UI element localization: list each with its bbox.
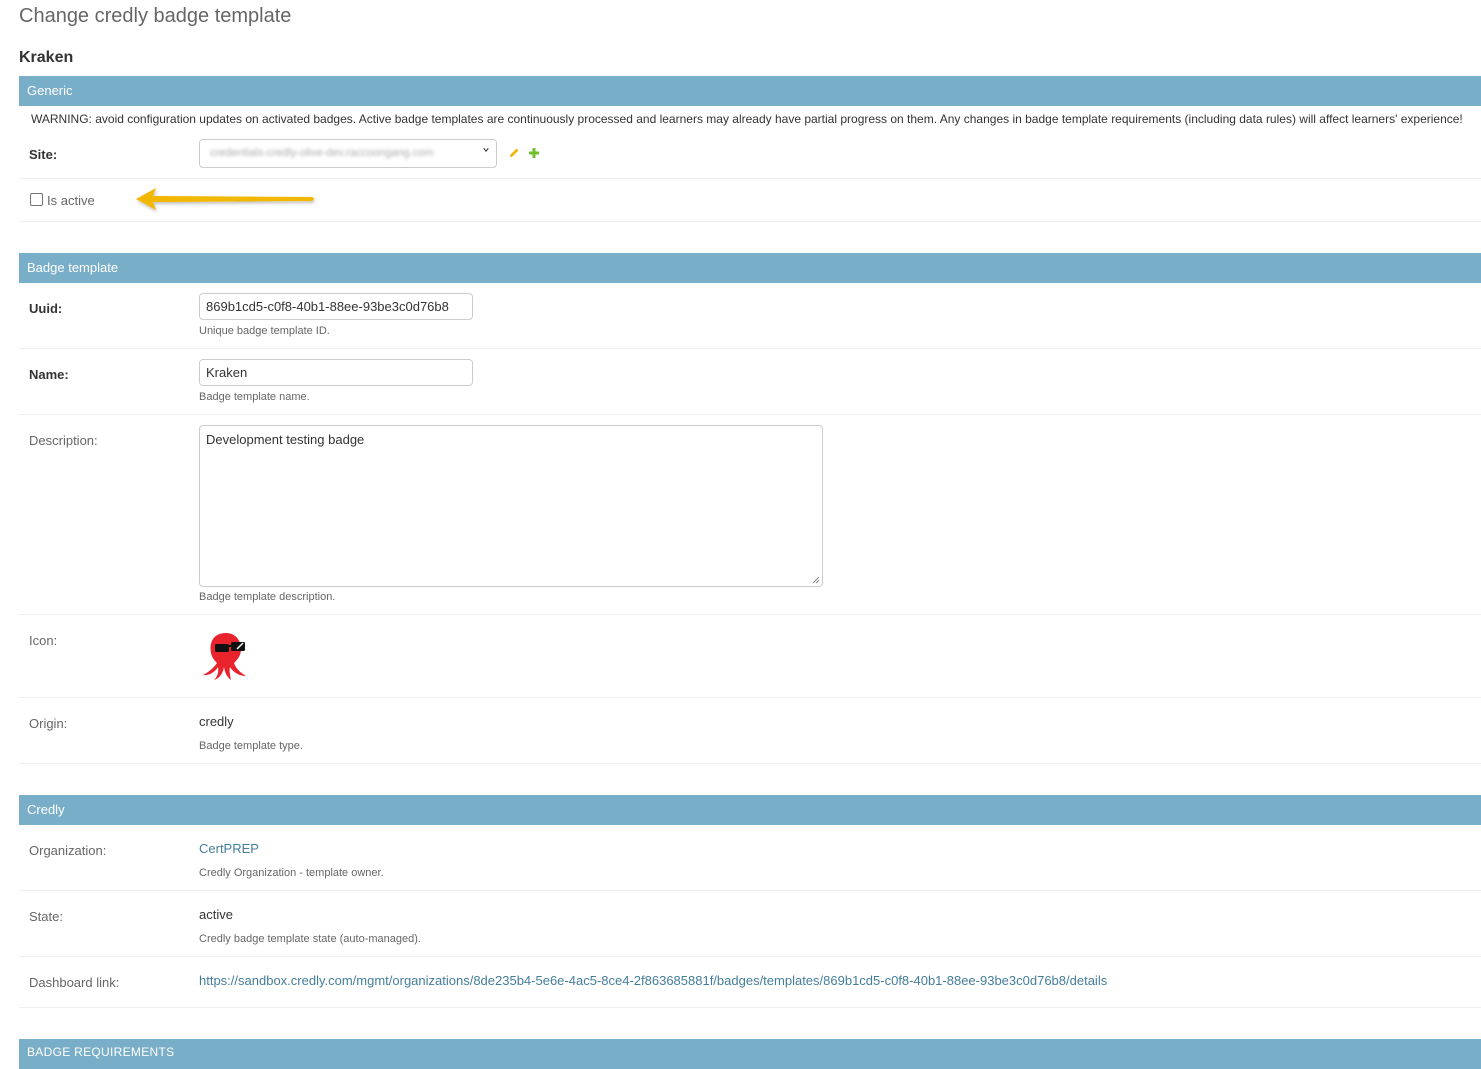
add-plus-icon[interactable] [528, 147, 540, 159]
arrow-annotation-icon [136, 188, 314, 210]
dashboard-link-label: Dashboard link: [29, 975, 120, 990]
site-label: Site: [29, 147, 58, 162]
uuid-help: Unique badge template ID. [199, 325, 330, 337]
fieldset-generic-header: Generic [19, 76, 1481, 106]
field-row-description: Description: Development testing badge B… [19, 415, 1481, 615]
description-label: Description: [29, 433, 98, 448]
field-row-origin: Origin: credly Badge template type. [19, 698, 1481, 764]
name-help: Badge template name. [199, 391, 310, 403]
field-row-dashboard-link: Dashboard link: https://sandbox.credly.c… [19, 957, 1481, 1008]
field-row-state: State: active Credly badge template stat… [19, 891, 1481, 957]
chevron-down-icon [483, 147, 489, 152]
page-title: Change credly badge template [19, 5, 292, 27]
site-select[interactable]: credentials-credly-olive-dev.raccoongang… [199, 139, 497, 168]
dashboard-link[interactable]: https://sandbox.credly.com/mgmt/organiza… [199, 973, 1107, 988]
kraken-octopus-icon [203, 633, 246, 680]
organization-label: Organization: [29, 843, 107, 858]
description-text: Development testing badge [206, 432, 365, 447]
is-active-checkbox[interactable] [30, 193, 43, 206]
fieldset-badge-template: Badge template Uuid: 869b1cd5-c0f8-40b1-… [19, 253, 1481, 764]
uuid-input[interactable]: 869b1cd5-c0f8-40b1-88ee-93be3c0d76b8 [199, 293, 473, 320]
is-active-label: Is active [47, 193, 95, 208]
icon-label: Icon: [29, 633, 58, 648]
uuid-label: Uuid: [29, 301, 63, 316]
fieldset-generic: Generic WARNING: avoid configuration upd… [19, 76, 1481, 222]
state-help: Credly badge template state (auto-manage… [199, 933, 421, 945]
field-row-icon: Icon: [19, 615, 1481, 698]
field-row-organization: Organization: CertPREP Credly Organizati… [19, 825, 1481, 891]
origin-help: Badge template type. [199, 740, 303, 752]
fieldset-badge-requirements-header[interactable]: BADGE REQUIREMENTS [19, 1039, 1481, 1069]
edit-pencil-icon[interactable] [508, 147, 520, 159]
organization-help: Credly Organization - template owner. [199, 867, 384, 879]
state-value: active [199, 907, 233, 922]
field-row-name: Name: Kraken Badge template name. [19, 349, 1481, 415]
site-selected-value: credentials-credly-olive-dev.raccoongang… [210, 147, 434, 159]
name-input[interactable]: Kraken [199, 359, 473, 386]
warning-message: WARNING: avoid configuration updates on … [31, 112, 1463, 126]
origin-value: credly [199, 714, 234, 729]
object-name: Kraken [19, 49, 74, 66]
fieldset-credly-header: Credly [19, 795, 1481, 825]
field-row-is-active: Is active [19, 179, 1481, 222]
description-help: Badge template description. [199, 591, 336, 603]
fieldset-badge-requirements: BADGE REQUIREMENTS [19, 1039, 1481, 1069]
description-textarea[interactable]: Development testing badge [199, 425, 823, 587]
name-label: Name: [29, 367, 69, 382]
field-row-site: Site: credentials-credly-olive-dev.racco… [19, 133, 1481, 179]
organization-link[interactable]: CertPREP [199, 841, 259, 856]
resize-grip-icon[interactable] [812, 576, 820, 584]
state-label: State: [29, 909, 63, 924]
fieldset-badge-template-header: Badge template [19, 253, 1481, 283]
fieldset-credly: Credly Organization: CertPREP Credly Org… [19, 795, 1481, 1008]
origin-label: Origin: [29, 716, 68, 731]
field-row-uuid: Uuid: 869b1cd5-c0f8-40b1-88ee-93be3c0d76… [19, 283, 1481, 349]
